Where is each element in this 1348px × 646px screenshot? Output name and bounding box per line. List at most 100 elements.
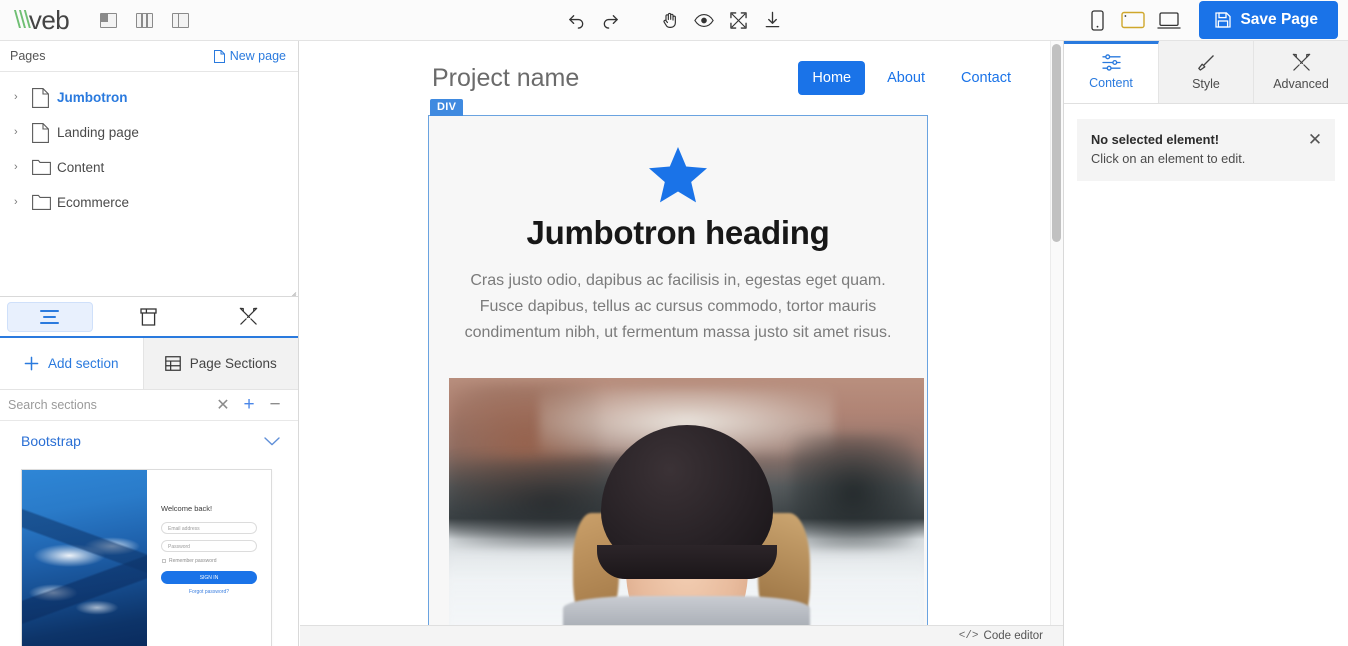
logo-slashes: \\\ [14,6,29,35]
pages-tree-row-landing-page[interactable]: › Landing page [0,115,298,150]
close-icon[interactable]: ✕ [1306,130,1324,148]
pages-title: Pages [10,49,45,63]
pages-tree-row-content[interactable]: › Content [0,150,298,185]
expand-all-icon[interactable]: + [236,393,262,417]
pages-tree-row-ecommerce[interactable]: › Ecommerce [0,185,298,220]
jumbotron-heading[interactable]: Jumbotron heading [449,214,907,252]
chevron-right-icon[interactable]: › [14,127,24,138]
export-button[interactable] [757,6,787,34]
canvas-scrollbar[interactable] [1050,41,1063,625]
thumbnail-signin-button: SIGN IN [161,571,257,584]
section-search-row: ✕ + − [0,390,298,421]
code-editor-button[interactable]: </> Code editor [959,630,1043,642]
folder-icon [32,193,49,213]
device-desktop-button[interactable] [1151,5,1187,35]
tools-icon [205,302,291,332]
thumbnail-remember-label: Remember password [169,558,217,564]
device-mobile-button[interactable] [1079,5,1115,35]
thumbnail-remember-check: Remember password [162,558,257,564]
section-thumbnail-wrap: Welcome back! Email address Password Rem… [0,461,298,646]
save-disk-icon [1215,12,1231,28]
box-icon [106,302,192,332]
toggle-right-panel-button[interactable] [169,9,191,31]
tab-content-label: Content [1089,76,1133,90]
search-sections-input[interactable] [8,398,210,412]
pages-tree-row-jumbotron[interactable]: › Jumbotron [0,80,298,115]
photo-blur-dark-right [791,435,915,549]
device-tablet-button[interactable] [1115,5,1151,35]
panel-resize-grip[interactable] [285,283,297,295]
tab-assets[interactable] [99,297,198,336]
jumbotron-section[interactable]: Jumbotron heading Cras justo odio, dapib… [428,115,928,625]
plus-icon [24,356,39,371]
tab-style[interactable]: Style [1159,41,1254,103]
alert-subtitle: Click on an element to edit. [1091,151,1321,166]
new-page-button[interactable]: New page [214,49,286,63]
center-tool-group [561,6,787,34]
thumbnail-mountain-image [22,470,147,646]
site-nav: Home About Contact [798,61,1025,95]
chevron-down-icon[interactable] [264,434,280,449]
chevron-right-icon[interactable]: › [14,92,24,103]
project-name[interactable]: Project name [432,64,579,93]
nav-link-about[interactable]: About [873,61,939,95]
sub-tab-page-sections-label: Page Sections [190,356,277,371]
tab-blocks[interactable] [0,297,99,336]
tab-style-label: Style [1192,77,1220,91]
drag-mode-button[interactable] [655,6,685,34]
collapse-all-icon[interactable]: − [262,393,288,417]
panel-both-icon [136,13,153,28]
redo-button[interactable] [595,6,625,34]
fullscreen-button[interactable] [723,6,753,34]
sections-list: Bootstrap Welcome back! Email address Pa… [0,421,298,646]
preview-button[interactable] [689,6,719,34]
pages-tree-label: Landing page [57,125,139,140]
tab-advanced-label: Advanced [1273,77,1329,91]
hand-icon [662,11,679,29]
section-group-bootstrap[interactable]: Bootstrap [0,421,298,461]
pages-tree-label: Content [57,160,104,175]
section-group-title: Bootstrap [21,433,81,449]
undo-button[interactable] [561,6,591,34]
site-header: Project name Home About Contact [300,41,1063,115]
thumbnail-forgot-link: Forgot password? [161,589,257,595]
brush-icon [1197,54,1215,72]
panel-right-icon [172,13,189,28]
pages-header: Pages New page [0,41,298,72]
top-toolbar: \\\veb [0,0,1348,41]
chevron-right-icon[interactable]: › [14,162,24,173]
pages-tree: › Jumbotron › Landing page [0,72,298,296]
sub-tab-page-sections[interactable]: Page Sections [143,338,298,389]
tab-content[interactable]: Content [1064,41,1159,103]
logo-word: veb [29,5,69,36]
redo-icon [601,11,620,30]
tab-advanced[interactable]: Advanced [1254,41,1348,103]
canvas-scrollbar-thumb[interactable] [1052,44,1061,242]
thumbnail-email-field: Email address [161,522,257,534]
right-panel-tabs: Content Style Advanced [1064,41,1348,104]
mobile-icon [1091,10,1104,31]
tablet-icon [1121,11,1145,29]
sub-tab-add-section[interactable]: Add section [0,338,143,389]
app-root: \\\veb [0,0,1348,646]
canvas-scroll-area: Project name Home About Contact DIV Jumb… [300,41,1063,625]
toggle-left-panel-button[interactable] [97,9,119,31]
no-selection-alert: No selected element! Click on an element… [1077,119,1335,181]
tab-settings[interactable] [199,297,298,336]
jumbotron-paragraph[interactable]: Cras justo odio, dapibus ac facilisis in… [449,268,907,346]
editor-canvas[interactable]: Project name Home About Contact DIV Jumb… [300,41,1063,625]
section-thumbnail-login[interactable]: Welcome back! Email address Password Rem… [21,469,272,646]
clear-search-icon[interactable]: ✕ [210,393,236,417]
code-editor-label: Code editor [984,630,1043,642]
toggle-both-panels-button[interactable] [133,9,155,31]
desktop-icon [1157,11,1181,30]
jumbotron-image[interactable] [449,378,924,625]
folder-icon [32,158,49,178]
nav-link-contact[interactable]: Contact [947,61,1025,95]
photo-scarf [563,596,810,625]
code-icon: </> [959,630,979,642]
chevron-right-icon[interactable]: › [14,197,24,208]
nav-link-home[interactable]: Home [798,61,865,95]
tools-icon [1292,53,1311,72]
save-page-button[interactable]: Save Page [1199,1,1338,39]
